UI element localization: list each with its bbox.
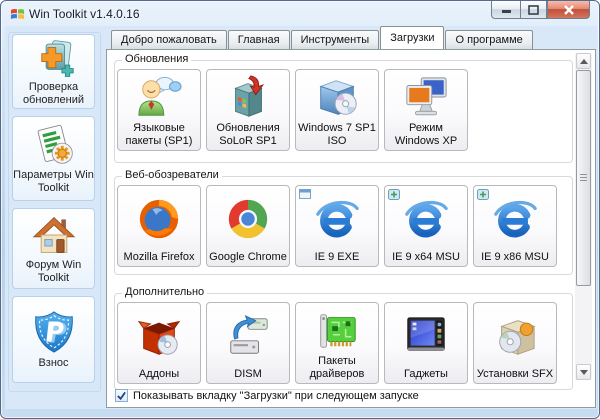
sidebar-button-check-updates[interactable]: Проверка обновлений: [12, 34, 95, 109]
button-sfx-installs[interactable]: Установки SFX: [473, 302, 557, 384]
minimize-button[interactable]: [491, 1, 520, 19]
downloads-tab-page: Обновления Языковые пакеты (SP1) Обновле…: [106, 49, 596, 408]
update-check-icon: [33, 37, 75, 79]
group-updates: Обновления Языковые пакеты (SP1) Обновле…: [114, 53, 573, 163]
scroll-up-button[interactable]: [576, 53, 591, 69]
button-driver-packs[interactable]: Пакеты драйверов: [295, 302, 379, 384]
button-ie9-x86-msu[interactable]: IE 9 x86 MSU: [473, 185, 557, 267]
button-dism[interactable]: DISM: [206, 302, 290, 384]
window-title: Win Toolkit v1.4.0.16: [29, 7, 140, 21]
vertical-scrollbar[interactable]: [575, 53, 592, 380]
sidebar-button-donate[interactable]: Взнос: [12, 296, 95, 383]
solor-updates-icon: [225, 70, 271, 122]
button-mozilla-firefox[interactable]: Mozilla Firefox: [117, 185, 201, 267]
maximize-button[interactable]: [520, 1, 547, 19]
show-tab-checkbox-row: Показывать вкладку "Загрузки" при следую…: [115, 389, 419, 402]
windows-flag-icon: [10, 6, 25, 21]
tab-main[interactable]: Главная: [227, 30, 290, 49]
windows-xp-mode-icon: [403, 70, 449, 122]
group-title: Веб-обозреватели: [122, 169, 222, 181]
dism-drives-icon: [225, 303, 271, 368]
sidebar-button-label: Форум Win Toolkit: [25, 259, 82, 284]
button-ie9-exe[interactable]: IE 9 EXE: [295, 185, 379, 267]
win-toolkit-options-icon: [32, 123, 76, 167]
chrome-icon: [225, 186, 271, 251]
tab-welcome[interactable]: Добро пожаловать: [111, 30, 227, 49]
form-body: Проверка обновлений Параметры Win Toolki…: [5, 26, 597, 409]
windows7-iso-icon: [314, 70, 360, 122]
checkbox-label: Показывать вкладку "Загрузки" при следую…: [133, 389, 419, 402]
button-addons[interactable]: Аддоны: [117, 302, 201, 384]
button-win7-sp1-iso[interactable]: Windows 7 SP1 ISO: [295, 69, 379, 151]
checkmark-icon: [117, 391, 126, 400]
internet-explorer-msu-icon: [492, 186, 538, 251]
app-window: Win Toolkit v1.4.0.16 Проверка обновлени…: [0, 0, 600, 419]
language-packs-icon: [136, 70, 182, 122]
button-google-chrome[interactable]: Google Chrome: [206, 185, 290, 267]
forum-home-icon: [32, 213, 76, 257]
internet-explorer-msu-icon: [403, 186, 449, 251]
gadgets-icon: [403, 303, 449, 368]
sidebar-button-forum[interactable]: Форум Win Toolkit: [12, 208, 95, 289]
tab-strip: Добро пожаловать Главная Инструменты Заг…: [106, 26, 533, 49]
button-windows-xp-mode[interactable]: Режим Windows XP: [384, 69, 468, 151]
button-ie9-x64-msu[interactable]: IE 9 x64 MSU: [384, 185, 468, 267]
firefox-icon: [136, 186, 182, 251]
sidebar-button-label: Параметры Win Toolkit: [13, 169, 94, 194]
scroll-down-button[interactable]: [576, 364, 591, 380]
driver-packs-icon: [314, 303, 360, 355]
sidebar-button-win-toolkit-options[interactable]: Параметры Win Toolkit: [12, 116, 95, 201]
tab-downloads[interactable]: Загрузки: [380, 26, 445, 49]
internet-explorer-exe-icon: [314, 186, 360, 251]
sidebar-button-label: Взнос: [38, 357, 69, 370]
tab-about[interactable]: О программе: [445, 30, 533, 49]
show-downloads-tab-checkbox[interactable]: [115, 389, 128, 402]
group-title: Обновления: [122, 53, 192, 65]
sidebar: Проверка обновлений Параметры Win Toolki…: [8, 32, 101, 392]
button-language-packs[interactable]: Языковые пакеты (SP1): [117, 69, 201, 151]
close-button[interactable]: [547, 1, 590, 19]
scrollbar-thumb[interactable]: [576, 70, 591, 286]
arrow-up-icon: [579, 58, 588, 64]
scrollbar-grip-icon: [580, 174, 587, 183]
paypal-donate-icon: [31, 309, 77, 355]
addons-box-icon: [136, 303, 182, 368]
tab-tools[interactable]: Инструменты: [290, 30, 380, 49]
msu-update-badge-icon: [477, 189, 489, 200]
sfx-installs-icon: [492, 303, 538, 368]
arrow-down-icon: [579, 369, 588, 375]
sidebar-button-label: Проверка обновлений: [22, 81, 85, 106]
button-gadgets[interactable]: Гаджеты: [384, 302, 468, 384]
group-web-browsers: Веб-обозреватели Mozilla Firefox Google …: [114, 169, 573, 275]
msu-update-badge-icon: [388, 189, 400, 200]
titlebar[interactable]: Win Toolkit v1.4.0.16: [1, 1, 599, 26]
group-additional: Дополнительно Аддоны DISM Пакеты драйвер…: [114, 286, 573, 390]
window-controls: [491, 1, 590, 19]
button-solor-updates[interactable]: Обновления SoLoR SP1: [206, 69, 290, 151]
exe-window-badge-icon: [299, 189, 311, 199]
group-title: Дополнительно: [122, 286, 208, 298]
